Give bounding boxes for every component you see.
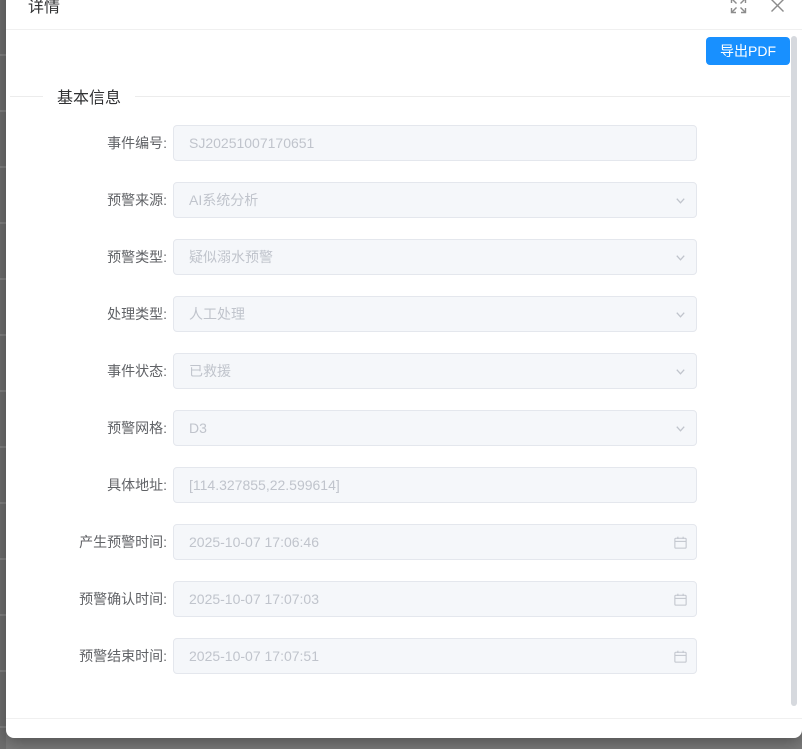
field-label: 事件状态:: [10, 353, 167, 389]
form-row: 事件编号:: [10, 125, 790, 161]
field-label: 预警网格:: [10, 410, 167, 446]
field-input: [173, 125, 697, 161]
field-label: 预警结束时间:: [10, 638, 167, 674]
field-control: [173, 410, 697, 446]
field-label: 处理类型:: [10, 296, 167, 332]
modal-body: 导出PDF 基本信息 事件编号:: [6, 30, 802, 718]
field-input: [173, 467, 697, 503]
field-control: [173, 182, 697, 218]
modal-title: 详情: [28, 0, 60, 17]
detail-modal: 详情 导出PDF 基本信息 事件编号:: [6, 0, 802, 738]
form-row: 预警网格:: [10, 410, 790, 446]
basic-info-form: 事件编号: 预警来源:: [10, 125, 790, 674]
chevron-down-icon: [672, 239, 688, 275]
section-divider: 基本信息: [10, 85, 790, 107]
field-control: [173, 125, 697, 161]
field-label: 预警确认时间:: [10, 581, 167, 617]
field-input: [173, 239, 697, 275]
modal-footer: [6, 718, 802, 738]
modal-header: 详情: [6, 0, 802, 30]
chevron-down-icon: [672, 353, 688, 389]
field-input: [173, 353, 697, 389]
field-input: [173, 296, 697, 332]
header-icons: [730, 0, 786, 30]
field-control: [173, 638, 697, 674]
chevron-down-icon: [672, 410, 688, 446]
scrollbar-thumb[interactable]: [791, 36, 797, 706]
field-input: [173, 182, 697, 218]
field-control: [173, 239, 697, 275]
chevron-down-icon: [672, 296, 688, 332]
field-control: [173, 353, 697, 389]
form-row: 产生预警时间:: [10, 524, 790, 560]
calendar-icon: [672, 581, 688, 617]
toolbar: 导出PDF: [10, 30, 790, 65]
form-row: 预警来源:: [10, 182, 790, 218]
form-row: 处理类型:: [10, 296, 790, 332]
form-row: 预警类型:: [10, 239, 790, 275]
close-icon[interactable]: [769, 0, 786, 14]
calendar-icon: [672, 524, 688, 560]
field-label: 产生预警时间:: [10, 524, 167, 560]
chevron-down-icon: [672, 182, 688, 218]
field-input: [173, 524, 697, 560]
field-control: [173, 524, 697, 560]
field-input: [173, 638, 697, 674]
fullscreen-icon[interactable]: [730, 0, 747, 14]
field-control: [173, 296, 697, 332]
field-input: [173, 581, 697, 617]
field-label: 具体地址:: [10, 467, 167, 503]
form-row: 预警确认时间:: [10, 581, 790, 617]
field-label: 预警类型:: [10, 239, 167, 275]
field-label: 预警来源:: [10, 182, 167, 218]
calendar-icon: [672, 638, 688, 674]
field-control: [173, 467, 697, 503]
divider-line: [135, 96, 790, 97]
form-row: 事件状态:: [10, 353, 790, 389]
divider-line: [10, 96, 43, 97]
field-input: [173, 410, 697, 446]
form-row: 具体地址:: [10, 467, 790, 503]
section-title: 基本信息: [43, 84, 135, 108]
field-control: [173, 581, 697, 617]
form-row: 预警结束时间:: [10, 638, 790, 674]
field-label: 事件编号:: [10, 125, 167, 161]
export-pdf-button[interactable]: 导出PDF: [706, 37, 790, 65]
